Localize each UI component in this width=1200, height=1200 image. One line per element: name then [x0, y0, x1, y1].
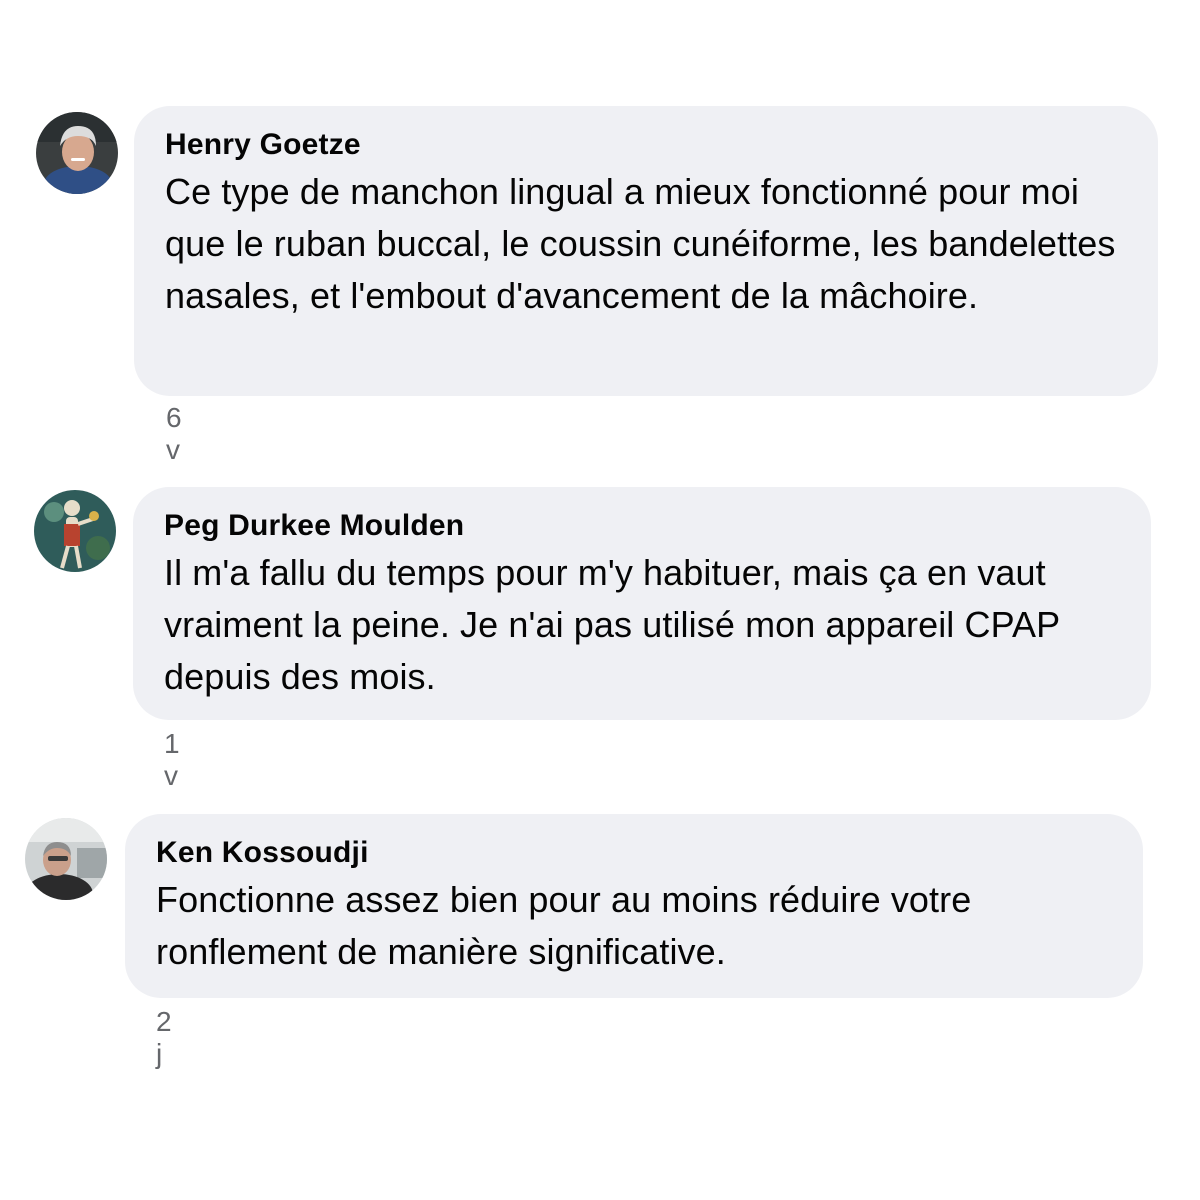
avatar[interactable]	[25, 818, 107, 900]
comment-timestamp[interactable]: 6 v	[166, 402, 183, 466]
comment-author[interactable]: Henry Goetze	[165, 126, 1128, 164]
comment-thread: Henry Goetze Ce type de manchon lingual …	[0, 0, 1200, 1200]
comment-timestamp[interactable]: 1 v	[164, 728, 181, 792]
comment-text: Fonctionne assez bien pour au moins rédu…	[156, 879, 972, 972]
comment-text: Il m'a fallu du temps pour m'y habituer,…	[164, 552, 1060, 697]
comment-timestamp[interactable]: 2 j	[156, 1006, 173, 1070]
avatar-photo-icon	[25, 818, 107, 900]
avatar-skeleton-art-icon	[34, 490, 116, 572]
comment-author[interactable]: Ken Kossoudji	[156, 834, 1113, 872]
avatar-photo-icon	[36, 112, 118, 194]
avatar[interactable]	[36, 112, 118, 194]
comment-author[interactable]: Peg Durkee Moulden	[164, 507, 1121, 545]
comment-text: Ce type de manchon lingual a mieux fonct…	[165, 171, 1116, 316]
comment-bubble: Ken Kossoudji Fonctionne assez bien pour…	[125, 814, 1143, 998]
avatar[interactable]	[34, 490, 116, 572]
comment-bubble: Peg Durkee Moulden Il m'a fallu du temps…	[133, 487, 1151, 720]
comment-bubble: Henry Goetze Ce type de manchon lingual …	[134, 106, 1158, 396]
